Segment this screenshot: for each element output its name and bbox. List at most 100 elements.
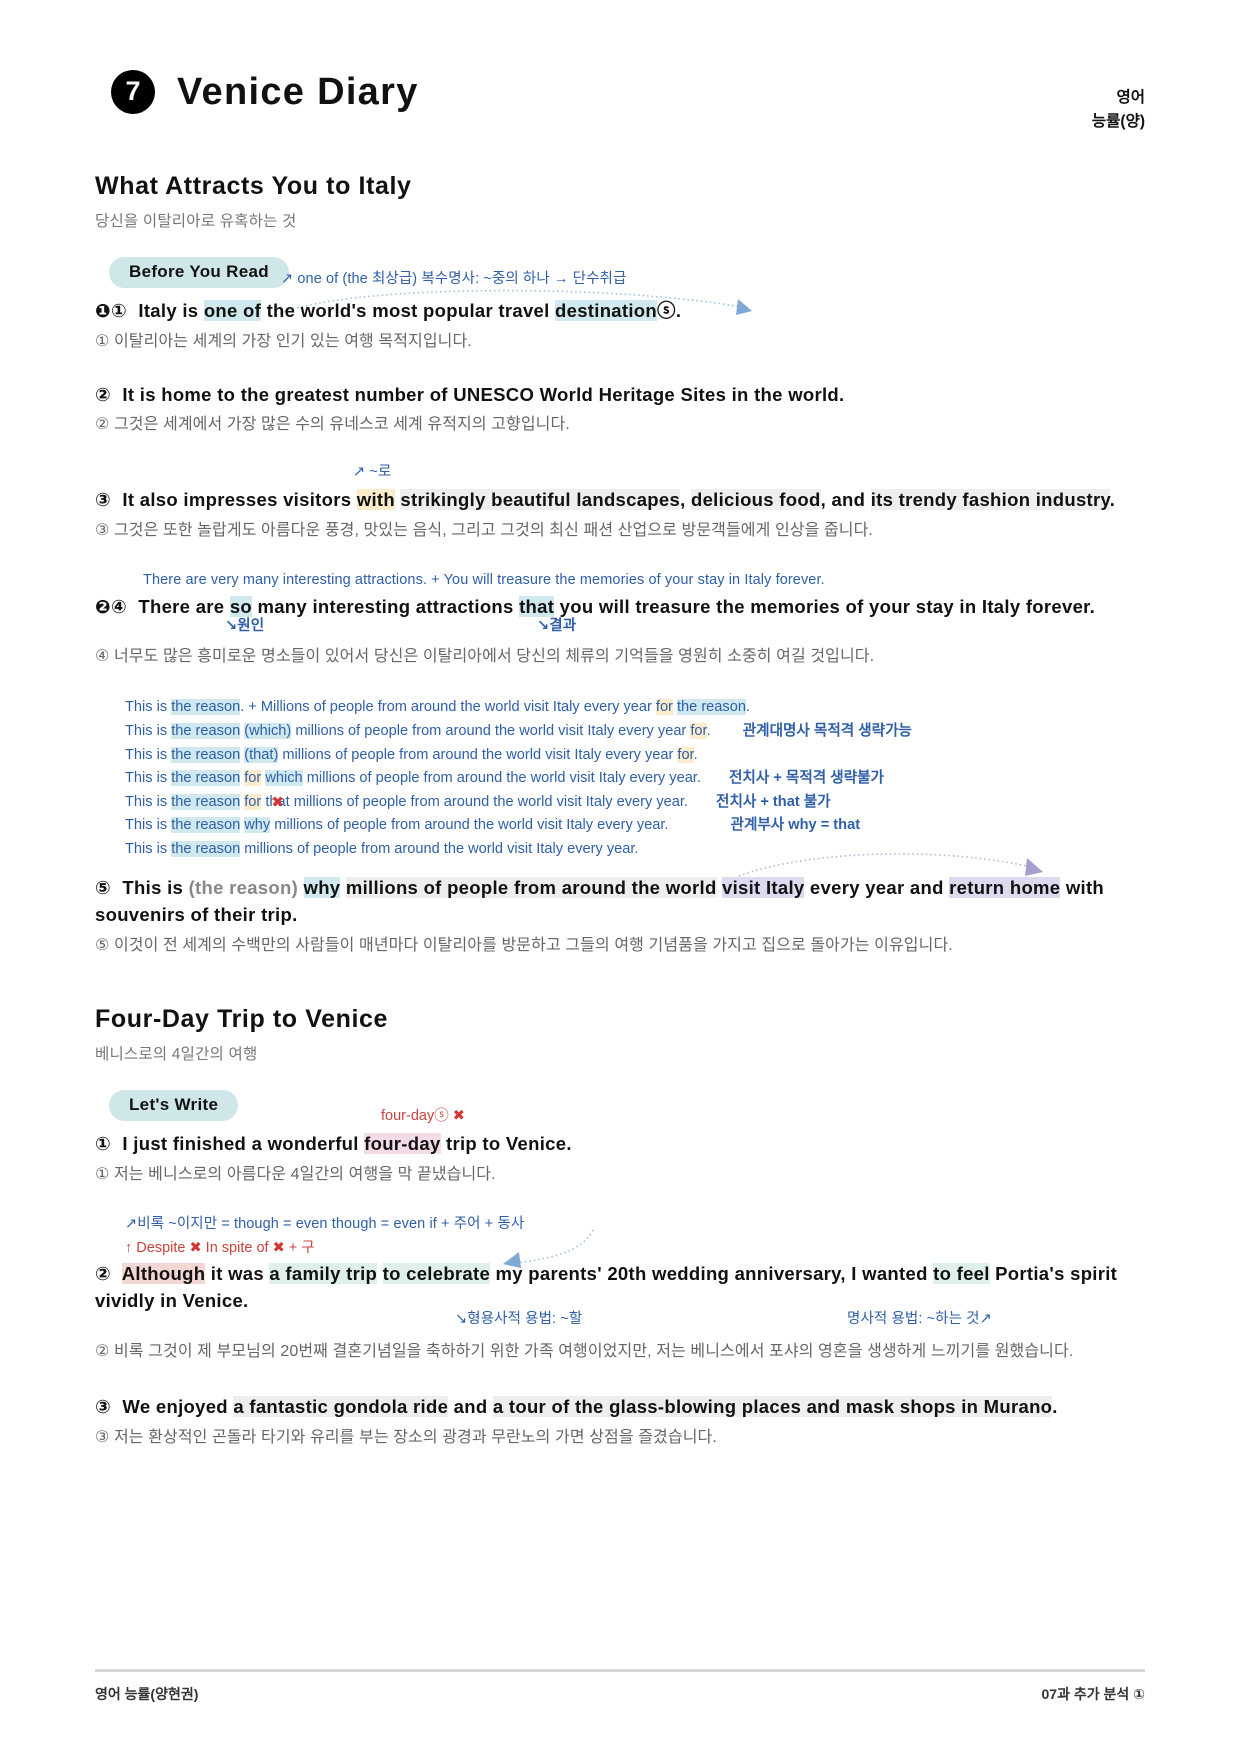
grammar-note: 전치사 + 목적격 생략불가 xyxy=(728,770,884,787)
unit-number-badge: 7 xyxy=(111,70,155,114)
reason-line: This is the reason for that ✖ millions of… xyxy=(125,791,1145,815)
highlight-which: which xyxy=(265,770,303,787)
pill-before-you-read[interactable]: Before You Read xyxy=(109,257,289,289)
highlight-why: why xyxy=(244,817,271,834)
subject-label: 영어 능률(양) xyxy=(1092,70,1145,134)
highlight-why: why xyxy=(303,876,341,898)
highlight-with: with xyxy=(356,489,395,511)
highlight-that: (that) xyxy=(244,746,279,763)
pill-lets-write[interactable]: Let's Write xyxy=(109,1090,239,1122)
highlight-family-trip: a family trip xyxy=(269,1262,378,1284)
marker-number: ③ xyxy=(95,489,111,511)
cross-mark-icon: ✖ xyxy=(271,793,284,811)
marker-number: ② xyxy=(95,383,111,405)
marker-number: ① xyxy=(95,1133,111,1155)
footer-right-label: 07과 추가 분석 ① xyxy=(1041,1686,1146,1702)
korean-translation: ② 비록 그것이 제 부모님의 20번째 결혼기념일을 축하하기 위한 가족 여… xyxy=(95,1343,1074,1361)
cross-mark-icon: ✖ xyxy=(452,1108,465,1125)
english-sentence: ⑤ This is (the reason) why millions of p… xyxy=(95,876,1105,926)
label-cause: ↘원인 xyxy=(225,618,265,635)
sentence-block-w1: ① I just finished a wonderful four-day t… xyxy=(95,1130,1145,1188)
plural-s-marker: ⓢ xyxy=(657,300,676,322)
usage-labels: ↘형용사적 용법: ~할 명사적 용법: ~하는 것↗ xyxy=(95,1311,1145,1335)
highlight-landscapes: strikingly beautiful landscapes xyxy=(400,489,681,511)
korean-translation: ① 저는 베니스로의 아름다운 4일간의 여행을 막 끝냈습니다. xyxy=(95,1165,496,1183)
section-title: What Attracts You to Italy xyxy=(95,172,412,201)
annotation-although-equivalents: ↗비록 ~이지만 = though = even though = even i… xyxy=(125,1215,525,1232)
sentence-block-3: ↗ ~로 ③ It also impresses visitors with s… xyxy=(95,464,1145,544)
marker-number: ① xyxy=(110,300,127,322)
korean-translation: ① 이탈리아는 세계의 가장 인기 있는 여행 목적지입니다. xyxy=(95,332,472,350)
highlight-for: for xyxy=(655,699,673,716)
before-you-read-row: Before You Read ↗ one of (the 최상급) 복수명사:… xyxy=(109,257,1145,316)
optional-the-reason: (the reason) xyxy=(188,876,299,898)
sentence-block-w2: ↗비록 ~이지만 = though = even though = even i… xyxy=(95,1214,1145,1365)
reason-line: This is the reason millions of people fr… xyxy=(125,838,1145,877)
highlight-subject: millions of people from around the world xyxy=(345,876,717,898)
highlight-the-reason: the reason xyxy=(171,793,241,810)
subject-line-2: 능률(양) xyxy=(1091,113,1145,131)
english-sentence: ② It is home to the greatest number of U… xyxy=(95,383,845,405)
annotation-row: ↗ ~로 xyxy=(95,464,1145,486)
marker-number: ⑤ xyxy=(95,876,111,898)
highlight-that: that xyxy=(519,595,555,617)
annotation-group-although: ↗비록 ~이지만 = though = even though = even i… xyxy=(125,1214,1145,1268)
highlight-for: for xyxy=(690,722,707,739)
highlight-for: for xyxy=(244,770,262,787)
highlight-although: Although xyxy=(121,1262,206,1284)
korean-translation: ⑤ 이것이 전 세계의 수백만의 사람들이 매년마다 이탈리아를 방문하고 그들… xyxy=(95,937,953,955)
subject-line-1: 영어 xyxy=(1116,89,1145,106)
grammar-note: 관계부사 why = that xyxy=(730,817,861,834)
arrow-up-icon: ↗ xyxy=(979,1311,992,1328)
highlight-for: for xyxy=(677,746,694,763)
arrow-up-icon: ↗ xyxy=(281,271,294,288)
highlight-return-home: return home xyxy=(949,876,1061,898)
english-sentence: ③ It also impresses visitors with striki… xyxy=(95,489,1116,511)
sentence-block-5: ⑤ This is (the reason) why millions of p… xyxy=(95,874,1145,959)
highlight-four-day: four-day xyxy=(364,1133,441,1155)
korean-translation: ③ 그것은 또한 놀랍게도 아름다운 풍경, 맛있는 음식, 그리고 그것의 최… xyxy=(95,521,873,539)
highlight-tour: a tour of the glass-blowing places and m… xyxy=(492,1395,1053,1417)
korean-translation: ② 그것은 세계에서 가장 많은 수의 유네스코 세계 유적지의 고향입니다. xyxy=(95,416,570,434)
reason-line: This is the reason why millions of peopl… xyxy=(125,817,861,834)
highlight-the-reason: the reason xyxy=(171,817,241,834)
annotation-with-meaning: ↗ ~로 xyxy=(353,464,392,481)
arrow-down-right-icon: ↘ xyxy=(225,618,238,635)
highlight-food: delicious food xyxy=(690,489,821,511)
english-sentence: ③ We enjoyed a fantastic gondola ride an… xyxy=(95,1395,1058,1417)
reason-line: This is the reason (which) millions of p… xyxy=(125,722,912,739)
reason-variations-block: This is the reason. + Millions of people… xyxy=(125,696,1145,877)
cross-mark-icon: ✖ xyxy=(272,1239,285,1256)
korean-translation: ③ 저는 환상적인 곤돌라 타기와 유리를 부는 장소의 광경과 무란노의 가면… xyxy=(95,1428,717,1446)
highlight-gondola-ride: a fantastic gondola ride xyxy=(233,1395,449,1417)
label-nominal-usage: 명사적 용법: ~하는 것↗ xyxy=(847,1311,992,1328)
footer-divider xyxy=(95,1669,1145,1672)
struck-that: that ✖ xyxy=(265,794,289,811)
sentence-block-4: There are very many interesting attracti… xyxy=(95,570,1145,671)
arrow-down-right-icon: ↘ xyxy=(537,618,550,635)
sentence-block-2: ② It is home to the greatest number of U… xyxy=(95,381,1145,439)
highlight-for: for xyxy=(244,793,262,810)
english-sentence: ❶① Italy is one of the world's most popu… xyxy=(95,300,682,322)
document-header: 7 Venice Diary 영어 능률(양) xyxy=(95,70,1145,134)
sentence-block-1: ❶① Italy is one of the world's most popu… xyxy=(95,297,1145,355)
highlight-the-reason: the reason xyxy=(171,699,241,716)
cause-effect-labels: ↘원인 ↘결과 xyxy=(95,618,1145,640)
highlight-destination: destination xyxy=(555,300,658,322)
marker-number: ③ xyxy=(95,1395,111,1417)
highlight-the-reason: the reason xyxy=(171,770,241,787)
highlight-visit-italy: visit Italy xyxy=(722,876,805,898)
page-title: Venice Diary xyxy=(177,70,419,113)
highlight-to-feel: to feel xyxy=(933,1262,990,1284)
page-footer: 영어 능률(양현권) 07과 추가 분석 ① xyxy=(95,1669,1145,1704)
highlight-to-celebrate: to celebrate xyxy=(382,1262,491,1284)
cross-mark-icon: ✖ xyxy=(189,1239,202,1256)
highlight-the-reason: the reason xyxy=(171,746,241,763)
marker-number: ② xyxy=(95,1262,111,1284)
marker-bullet: ❶ xyxy=(95,300,111,322)
arrow-down-right-icon: ↘ xyxy=(455,1311,468,1328)
highlight-industry: its trendy fashion industry xyxy=(870,489,1110,511)
annotation-so-that-split: There are very many interesting attracti… xyxy=(143,571,825,588)
sentence-block-w3: ③ We enjoyed a fantastic gondola ride an… xyxy=(95,1393,1145,1451)
english-sentence: ② Although it was a family trip to celeb… xyxy=(95,1262,1118,1312)
